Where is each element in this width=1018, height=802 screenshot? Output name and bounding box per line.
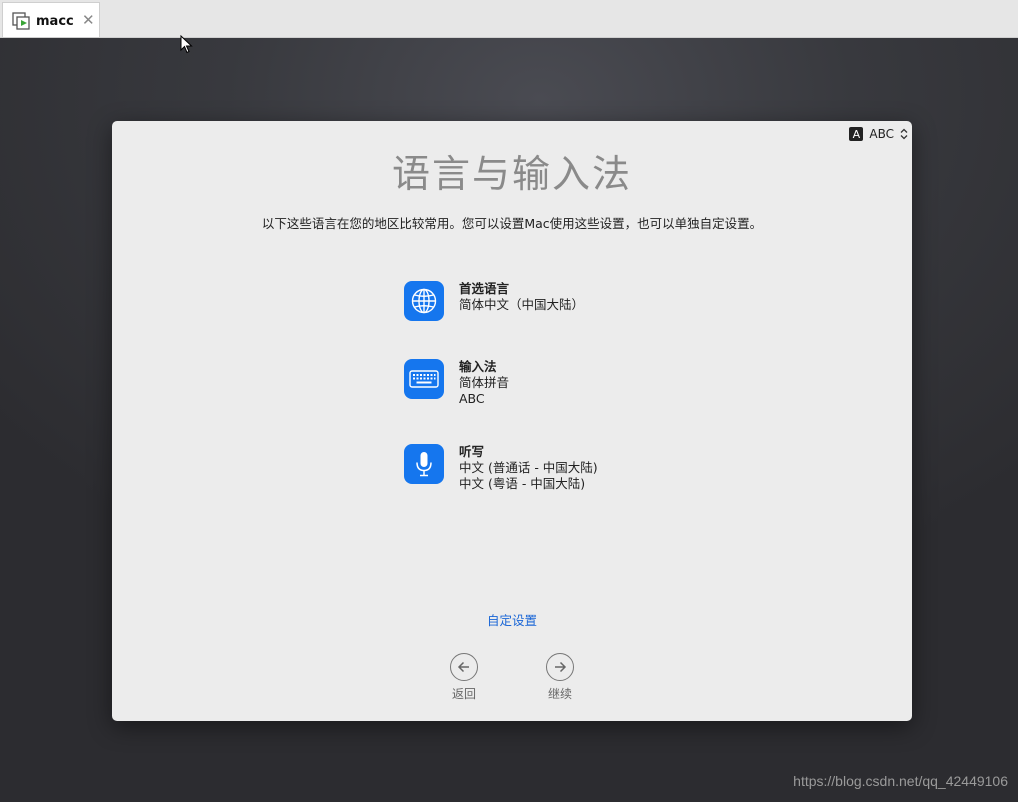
setup-dialog: A ABC 语言与输入法 以下这些语言在您的地区比较常用。您可以设置Mac使用这… xyxy=(112,121,912,721)
tab-title: macc xyxy=(36,14,74,29)
cursor-icon xyxy=(180,35,193,54)
input-source-menu[interactable]: A ABC xyxy=(849,125,908,143)
item-label: 首选语言 xyxy=(459,281,510,296)
item-value: 简体拼音 xyxy=(459,375,510,390)
input-source-label: ABC xyxy=(869,127,894,141)
page-subtitle: 以下这些语言在您的地区比较常用。您可以设置Mac使用这些设置，也可以单独自定设置… xyxy=(261,216,763,231)
arrow-right-icon xyxy=(546,653,574,681)
continue-label: 继续 xyxy=(547,687,572,701)
item-value: ABC xyxy=(459,391,485,406)
keyboard-icon xyxy=(404,359,444,399)
item-label: 输入法 xyxy=(459,359,497,374)
back-button[interactable]: 返回 xyxy=(442,653,486,702)
item-value: 中文 (粤语 - 中国大陆) xyxy=(459,476,586,491)
arrow-left-icon xyxy=(450,653,478,681)
microphone-icon xyxy=(404,444,444,484)
item-value: 中文 (普通话 - 中国大陆) xyxy=(459,460,598,475)
dictation-item[interactable]: 听写 中文 (普通话 - 中国大陆) 中文 (粤语 - 中国大陆) xyxy=(404,444,598,492)
vm-player-icon xyxy=(12,12,30,30)
globe-icon xyxy=(404,281,444,321)
preferred-language-item[interactable]: 首选语言 简体中文（中国大陆） xyxy=(404,281,584,321)
watermark: https://blog.csdn.net/qq_42449106 xyxy=(793,773,1008,789)
item-value: 简体中文（中国大陆） xyxy=(459,297,585,312)
item-label: 听写 xyxy=(459,444,485,459)
input-source-badge: A xyxy=(849,127,864,141)
customize-settings-link[interactable]: 自定设置 xyxy=(112,610,912,629)
continue-button[interactable]: 继续 xyxy=(538,653,582,702)
chevron-updown-icon xyxy=(900,128,908,140)
page-title: 语言与输入法 xyxy=(391,152,632,196)
back-label: 返回 xyxy=(451,687,476,701)
tab-macc[interactable]: macc ✕ xyxy=(2,2,100,37)
tab-bar: macc ✕ xyxy=(0,0,1018,38)
input-method-item[interactable]: 输入法 简体拼音 ABC xyxy=(404,359,509,407)
close-icon[interactable]: ✕ xyxy=(82,11,95,29)
